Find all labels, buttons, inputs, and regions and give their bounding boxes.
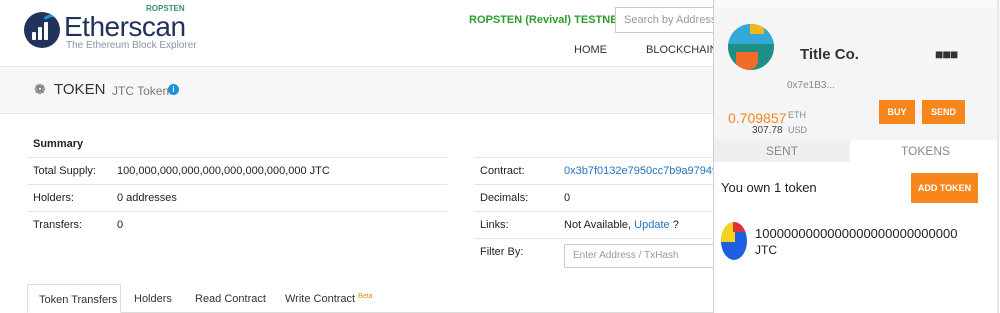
summary-row-transfers: Transfers: 0 — [27, 211, 447, 237]
send-button[interactable]: SEND — [922, 100, 965, 124]
nav-blockchain[interactable]: BLOCKCHAIN — [646, 44, 718, 56]
token-count-text: You own 1 token — [721, 180, 817, 195]
summary-title: Summary — [33, 138, 84, 150]
tab-read-contract[interactable]: Read Contract — [195, 284, 266, 313]
row-value: 0 addresses — [117, 192, 177, 204]
scrollbar[interactable] — [997, 0, 999, 313]
row-label: Transfers: — [33, 219, 83, 231]
row-label: Total Supply: — [33, 165, 96, 177]
filter-input[interactable]: Enter Address / TxHash — [564, 244, 714, 268]
wallet-tabs: SENT TOKENS — [714, 140, 1000, 162]
row-label: Decimals: — [480, 192, 529, 204]
etherscan-logo-icon[interactable] — [24, 12, 60, 48]
summary-row-links: Links: Not Available, Update ? — [474, 211, 714, 237]
summary-row-total-supply: Total Supply: 100,000,000,000,000,000,00… — [27, 157, 447, 183]
contract-address-link[interactable]: 0x3b7f0132e7950cc7b9a97949f4 — [564, 165, 727, 177]
eth-unit: ETH — [788, 110, 806, 120]
row-value: 100,000,000,000,000,000,000,000,000 JTC — [117, 165, 330, 177]
token-name: JTC Token — [112, 84, 170, 98]
brand-name[interactable]: Etherscan — [64, 12, 186, 42]
usd-unit: USD — [788, 125, 808, 135]
token-label: TOKEN — [54, 81, 106, 98]
summary-row-holders: Holders: 0 addresses — [27, 184, 447, 210]
add-token-button[interactable]: ADD TOKEN — [911, 173, 978, 203]
update-link[interactable]: Update — [634, 219, 669, 231]
row-label: Contract: — [480, 165, 525, 177]
token-gear-icon: ❁ — [34, 81, 46, 97]
popup-top-strip — [714, 0, 1000, 8]
links-value: Not Available, — [564, 219, 632, 231]
row-label: Links: — [480, 219, 509, 231]
content-tabs: Token Transfers Holders Read Contract Wr… — [27, 284, 717, 313]
account-name: Title Co. — [800, 46, 859, 63]
more-options-icon[interactable]: ■■■ — [935, 46, 958, 62]
tab-holders[interactable]: Holders — [134, 284, 172, 313]
brand-subtitle: The Ethereum Block Explorer — [66, 40, 197, 51]
tab-write-contract-label: Write Contract — [285, 293, 356, 305]
tab-tokens[interactable]: TOKENS — [850, 140, 1000, 162]
jtc-token-icon — [721, 222, 747, 260]
account-avatar-icon[interactable] — [728, 24, 774, 70]
info-icon[interactable]: i — [168, 84, 179, 95]
row-label: Filter By: — [480, 246, 524, 258]
tab-sent[interactable]: SENT — [714, 140, 850, 162]
links-suffix: ? — [672, 219, 679, 231]
summary-row-decimals: Decimals: 0 — [474, 184, 714, 210]
summary-row-contract: Contract: 0x3b7f0132e7950cc7b9a97949f4 — [474, 157, 727, 183]
buy-button[interactable]: BUY — [879, 100, 915, 124]
network-label: ROPSTEN (Revival) TESTNET — [469, 14, 625, 26]
row-value: 0 — [117, 219, 124, 231]
tab-token-transfers[interactable]: Token Transfers — [27, 284, 121, 313]
eth-balance: 0.709857 — [728, 110, 787, 126]
token-symbol: JTC — [755, 243, 777, 257]
account-address[interactable]: 0x7e1B3... — [787, 80, 835, 91]
nav-home[interactable]: HOME — [574, 44, 607, 56]
beta-badge: Beta — [358, 293, 373, 300]
search-input[interactable]: Search by Address / Tx — [615, 7, 725, 33]
account-header: Title Co. ■■■ 0x7e1B3... 0.709857 ETH 30… — [714, 8, 1000, 140]
row-label: Holders: — [33, 192, 74, 204]
tab-write-contract[interactable]: Write Contract Beta — [285, 284, 373, 313]
usd-balance: 307.78 — [752, 125, 783, 136]
metamask-popup: Title Co. ■■■ 0x7e1B3... 0.709857 ETH 30… — [713, 0, 1000, 313]
network-tag: ROPSTEN — [146, 4, 185, 13]
token-amount: 1000000000000000000000000000 — [755, 226, 958, 241]
row-value: 0 — [564, 192, 571, 204]
